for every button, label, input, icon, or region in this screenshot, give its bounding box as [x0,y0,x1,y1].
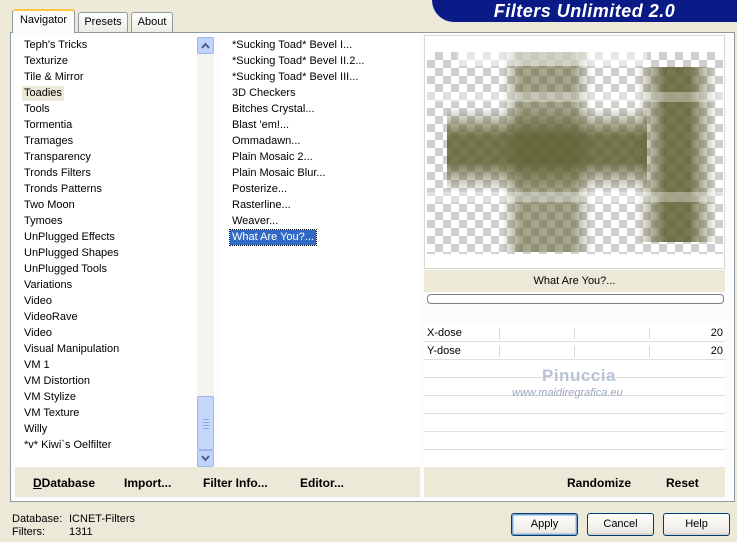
list-item[interactable]: Video [22,326,54,341]
reset-button[interactable]: Reset [666,476,699,490]
list-item[interactable]: *Sucking Toad* Bevel I... [230,38,354,53]
category-scrollbar[interactable] [197,37,214,467]
list-item[interactable]: Tools [22,102,52,117]
list-item[interactable]: Bitches Crystal... [230,102,317,117]
watermark-name: Pinuccia [542,366,616,385]
list-item[interactable]: Posterize... [230,182,289,197]
filters-count-label: Filters: [12,526,45,538]
param-empty-row [424,415,725,432]
database-button[interactable]: DDatabase [33,476,95,490]
param-empty-row [424,397,725,414]
param-value: 20 [710,345,723,357]
list-item[interactable]: Variations [22,278,74,293]
list-item[interactable]: Transparency [22,150,93,165]
import-button[interactable]: Import... [124,476,171,490]
app-title: Filters Unlimited 2.0 [432,0,737,22]
param-y-dose[interactable]: Y-dose 20 [424,343,725,360]
list-item[interactable]: Tile & Mirror [22,70,85,85]
list-item[interactable]: Tormentia [22,118,74,133]
watermark-url: www.maidiregrafica.eu [512,387,623,399]
list-item[interactable]: Willy [22,422,49,437]
tab-about[interactable]: About [131,12,173,32]
database-label: Database: [12,513,63,525]
list-item[interactable]: Visual Manipulation [22,342,121,357]
list-item[interactable]: Texturize [22,54,70,69]
list-item[interactable]: Rasterline... [230,198,293,213]
list-item[interactable]: *Sucking Toad* Bevel II.2... [230,54,367,69]
list-item[interactable]: Weaver... [230,214,280,229]
list-item[interactable]: UnPlugged Tools [22,262,109,277]
list-item[interactable]: Two Moon [22,198,77,213]
selected-filter-name: What Are You?... [424,270,725,292]
param-empty-row [424,451,725,468]
list-item[interactable]: Video [22,294,54,309]
preview-image[interactable] [427,52,723,254]
tab-navigator[interactable]: Navigator [12,9,75,33]
chevron-up-icon[interactable] [197,37,214,54]
list-item-selected[interactable]: Toadies [22,86,64,101]
list-item[interactable]: Ommadawn... [230,134,302,149]
list-item[interactable]: *Sucking Toad* Bevel III... [230,70,360,85]
list-item[interactable]: VideoRave [22,310,80,325]
param-label: X-dose [427,327,462,339]
category-list[interactable]: Teph's Tricks Texturize Tile & Mirror To… [15,35,215,467]
list-item[interactable]: 3D Checkers [230,86,298,101]
editor-button[interactable]: Editor... [300,476,344,490]
list-item[interactable]: Tronds Patterns [22,182,104,197]
apply-button[interactable]: Apply [511,513,578,536]
list-item[interactable]: Tramages [22,134,75,149]
database-value: ICNET-Filters [69,513,135,525]
list-item[interactable]: VM Texture [22,406,81,421]
list-item[interactable]: Tronds Filters [22,166,93,181]
param-x-dose[interactable]: X-dose 20 [424,325,725,342]
list-item[interactable]: Blast 'em!... [230,118,291,133]
randomize-button[interactable]: Randomize [567,476,631,490]
list-item[interactable]: Tymoes [22,214,65,229]
param-value: 20 [710,327,723,339]
progress-bar [427,294,724,304]
list-item[interactable]: VM Stylize [22,390,78,405]
param-empty-row [424,433,725,450]
tab-presets[interactable]: Presets [78,12,128,32]
scrollbar-thumb[interactable] [197,396,214,450]
list-item[interactable]: VM Distortion [22,374,92,389]
help-button[interactable]: Help [663,513,730,536]
cancel-button[interactable]: Cancel [587,513,654,536]
filter-list[interactable]: *Sucking Toad* Bevel I... *Sucking Toad*… [222,35,420,467]
list-item[interactable]: Plain Mosaic Blur... [230,166,328,181]
list-item[interactable]: *v* Kiwi`s Oelfilter [22,438,113,453]
list-item[interactable]: Teph's Tricks [22,38,89,53]
param-label: Y-dose [427,345,461,357]
list-item[interactable]: UnPlugged Effects [22,230,117,245]
filter-info-button[interactable]: Filter Info... [203,476,268,490]
list-item-selected[interactable]: What Are You?... [229,229,317,246]
list-item[interactable]: Plain Mosaic 2... [230,150,315,165]
filters-count-value: 1311 [69,526,93,538]
chevron-down-icon[interactable] [197,450,214,467]
list-item[interactable]: VM 1 [22,358,52,373]
list-item[interactable]: UnPlugged Shapes [22,246,121,261]
